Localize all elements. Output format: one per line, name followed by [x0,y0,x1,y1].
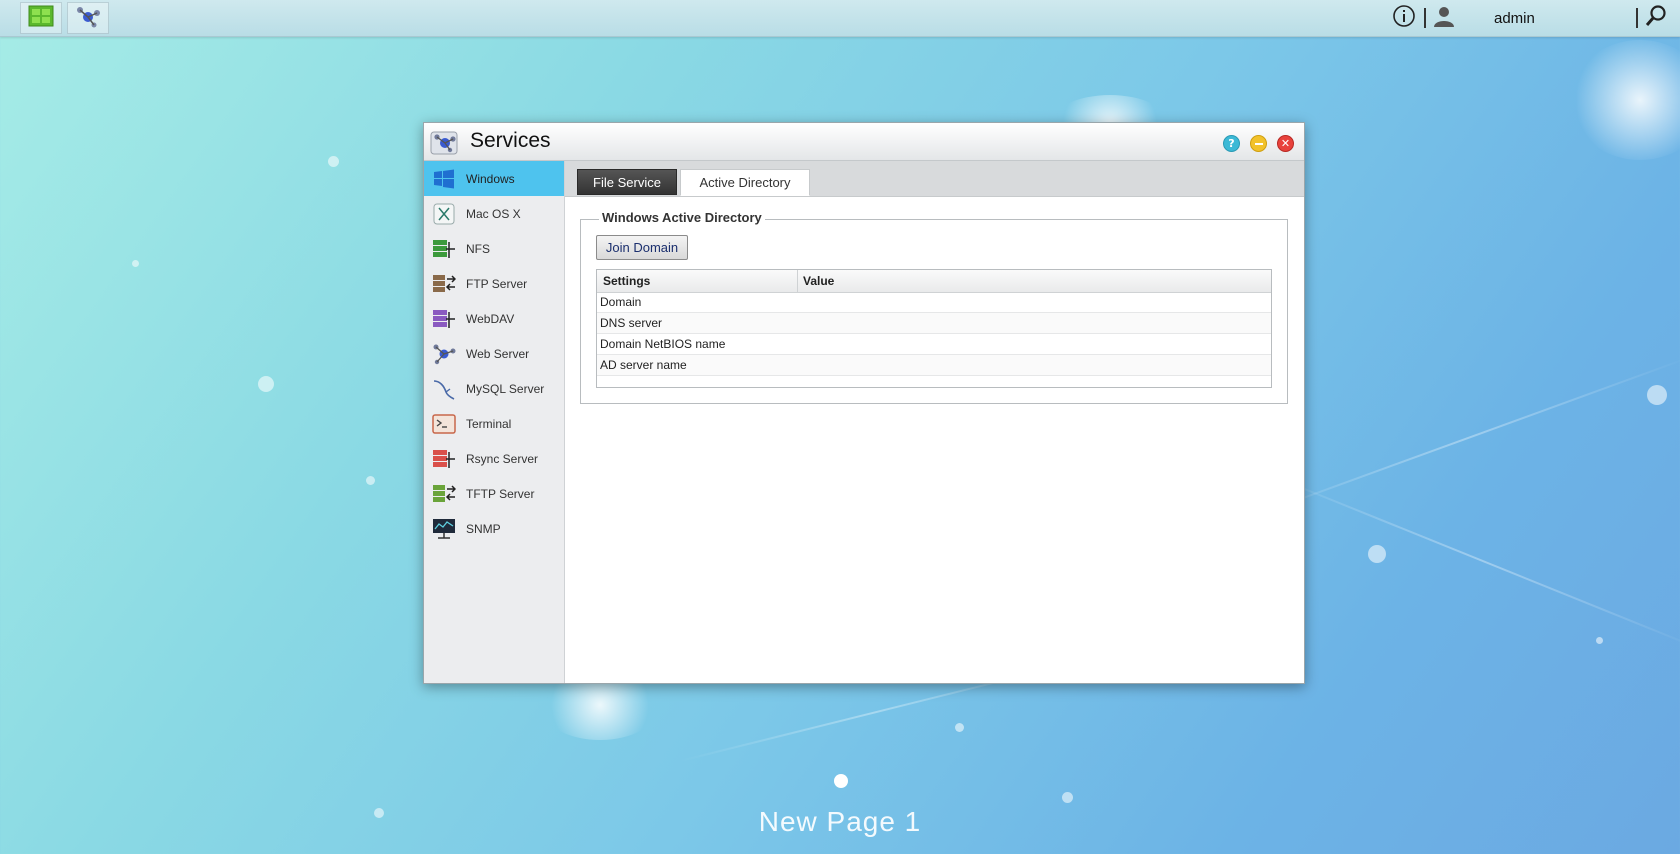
setting-name: Domain NetBIOS name [600,337,726,351]
desktop-dot [258,376,274,392]
desktop-dot [1368,545,1386,563]
taskbar-separator [1636,8,1638,28]
active-directory-fieldset: Windows Active Directory Join Domain Set… [580,210,1288,404]
tab-file-service[interactable]: File Service [577,169,677,195]
column-divider[interactable] [797,270,798,292]
sidebar-item-label: Terminal [466,416,512,431]
tab-active-directory[interactable]: Active Directory [680,169,810,196]
close-button[interactable]: ✕ [1277,135,1294,152]
sidebar-item-terminal[interactable]: Terminal [424,406,564,441]
sidebar-item-label: MySQL Server [466,381,545,396]
join-domain-button[interactable]: Join Domain [596,235,688,260]
user-icon[interactable] [1432,4,1456,32]
services-icon [430,128,458,156]
column-header-value[interactable]: Value [803,270,834,292]
info-icon[interactable] [1392,4,1416,32]
column-header-settings[interactable]: Settings [603,270,650,292]
taskbar-app-storage[interactable] [20,2,62,34]
tab-bar: File Service Active Directory [565,161,1304,197]
sidebar-item-mysql-server[interactable]: MySQL Server [424,371,564,406]
fieldset-legend: Windows Active Directory [599,210,765,225]
minimize-icon [1254,142,1263,145]
sidebar-item-ftp-server[interactable]: FTP Server [424,266,564,301]
sidebar-item-snmp[interactable]: SNMP [424,511,564,546]
sidebar-item-label: Windows [466,171,515,186]
mysql-server-icon [432,377,456,401]
setting-name: DNS server [600,316,663,330]
sidebar-item-tftp-server[interactable]: TFTP Server [424,476,564,511]
sidebar-item-windows[interactable]: Windows [424,161,564,196]
sidebar-item-label: TFTP Server [466,486,535,501]
web-server-icon [432,342,456,366]
desktop-dot [132,260,139,267]
setting-name: Domain [600,295,642,309]
settings-grid: Settings Value Domain DNS server Domain … [596,269,1272,388]
table-row[interactable]: AD server name [597,355,1271,376]
rsync-server-icon [432,447,456,471]
close-icon: ✕ [1280,137,1291,150]
sidebar-item-macosx[interactable]: Mac OS X [424,196,564,231]
nfs-icon [432,237,456,261]
desktop-ray [1239,355,1680,522]
help-button[interactable]: ? [1223,135,1240,152]
sidebar-item-label: FTP Server [466,276,528,291]
services-icon [75,4,101,32]
window-title: Services [470,129,551,152]
desktop-dot [955,723,964,732]
sidebar-item-web-server[interactable]: Web Server [424,336,564,371]
terminal-icon [432,412,456,436]
search-icon[interactable] [1644,4,1668,32]
window-titlebar[interactable]: Services ? ✕ [424,123,1304,161]
minimize-button[interactable] [1250,135,1267,152]
sidebar-item-label: NFS [466,241,490,256]
sidebar-item-label: Mac OS X [466,206,521,221]
desktop-dot [366,476,375,485]
username[interactable]: admin [1494,10,1535,27]
help-icon: ? [1228,137,1235,150]
desktop-dot [1062,792,1073,803]
macosx-icon [432,202,456,226]
sidebar-item-rsync-server[interactable]: Rsync Server [424,441,564,476]
snmp-icon [432,517,456,541]
sidebar-item-label: WebDAV [466,311,515,326]
table-row[interactable]: DNS server [597,313,1271,334]
sidebar-item-webdav[interactable]: WebDAV [424,301,564,336]
services-window: Services ? ✕ Windows Mac OS X NFS FTP Se… [423,122,1305,684]
sidebar-item-label: SNMP [466,521,501,536]
page-indicator-dot[interactable] [834,774,848,788]
tab-label: Active Directory [699,175,791,190]
tab-label: File Service [593,174,661,190]
desktop-glow [1570,40,1680,160]
sidebar-item-label: Web Server [466,346,530,361]
sidebar-item-label: Rsync Server [466,451,539,466]
setting-name: AD server name [600,358,687,372]
desktop-dot [1647,385,1667,405]
webdav-icon [432,307,456,331]
ftp-server-icon [432,272,456,296]
taskbar-app-services[interactable] [67,2,109,34]
desktop-page-label: New Page 1 [758,806,922,837]
taskbar: admin [0,0,1680,37]
desktop-ray [1259,470,1680,652]
tftp-server-icon [432,482,456,506]
table-row[interactable]: Domain [597,292,1271,313]
sidebar: Windows Mac OS X NFS FTP Server WebDAV W… [424,161,565,683]
taskbar-separator [1424,8,1426,28]
desktop-dot [328,156,339,167]
table-row[interactable]: Domain NetBIOS name [597,334,1271,355]
sidebar-item-nfs[interactable]: NFS [424,231,564,266]
desktop-dot [1596,637,1603,644]
windows-icon [432,167,456,191]
grid-header: Settings Value [597,270,1271,293]
green-storage-icon [28,5,54,31]
